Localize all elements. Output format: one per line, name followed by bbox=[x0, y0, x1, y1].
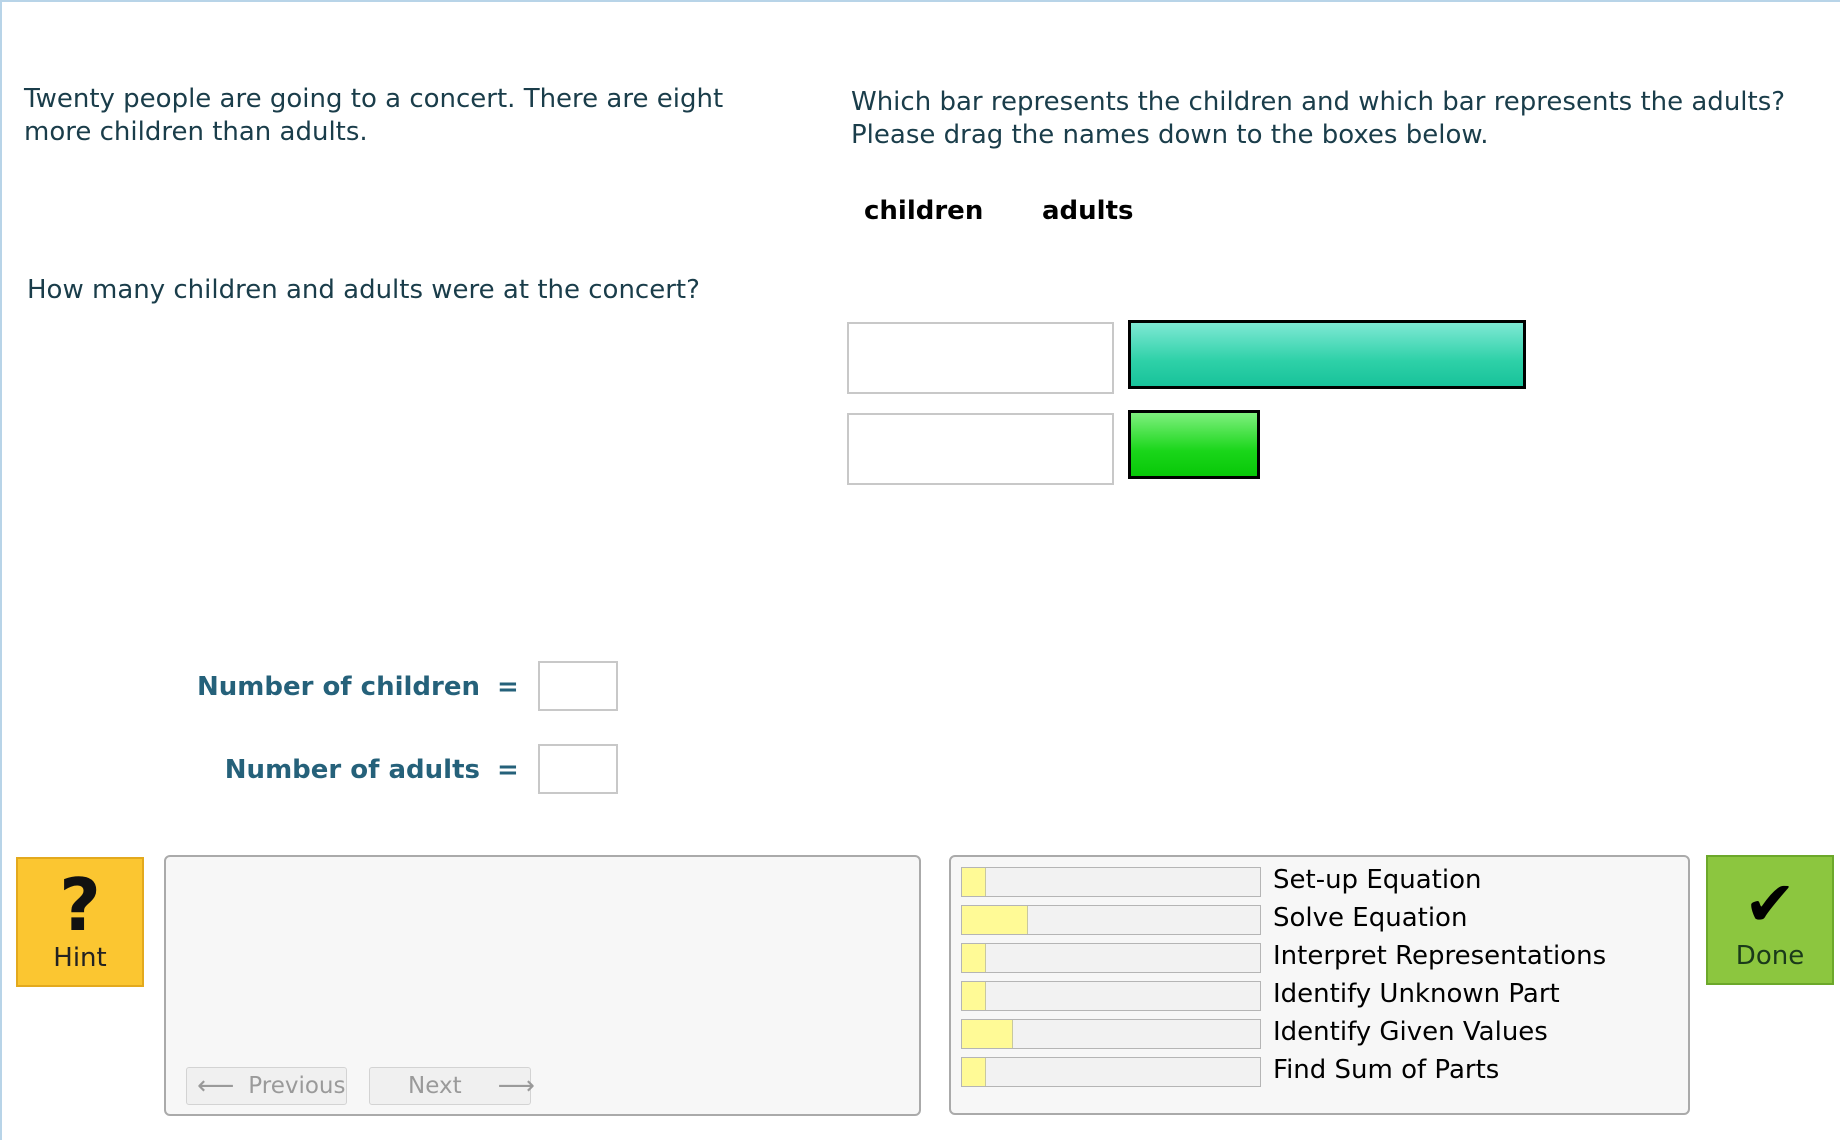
hint-button[interactable]: ? Hint bbox=[16, 857, 144, 987]
skills-panel: Set-up Equation Solve Equation Interpret R… bbox=[949, 855, 1690, 1115]
skill-progress-bar bbox=[961, 905, 1261, 935]
equals-sign: = bbox=[497, 755, 519, 785]
skill-progress-fill bbox=[962, 1058, 986, 1086]
done-label: Done bbox=[1735, 941, 1805, 971]
skill-progress-bar bbox=[961, 1057, 1261, 1087]
skill-label: Find Sum of Parts bbox=[1273, 1055, 1500, 1085]
checkmark-icon: ✔ bbox=[1744, 867, 1796, 940]
equals-sign: = bbox=[497, 672, 519, 702]
skill-row: Solve Equation bbox=[961, 903, 1681, 937]
skill-progress-fill bbox=[962, 868, 986, 896]
adults-count-label: Number of adults bbox=[224, 755, 480, 785]
skill-row: Set-up Equation bbox=[961, 865, 1681, 899]
skill-label: Identify Given Values bbox=[1273, 1017, 1548, 1047]
skill-row: Find Sum of Parts bbox=[961, 1055, 1681, 1089]
skill-progress-bar bbox=[961, 867, 1261, 897]
skill-label: Solve Equation bbox=[1273, 903, 1468, 933]
drop-box-long-bar[interactable] bbox=[847, 322, 1114, 394]
skill-progress-bar bbox=[961, 981, 1261, 1011]
hint-panel: ⟵ Previous Next ⟶ bbox=[164, 855, 921, 1116]
arrow-right-icon: ⟶ bbox=[497, 1071, 535, 1101]
drop-box-short-bar[interactable] bbox=[847, 413, 1114, 485]
window-left-border bbox=[0, 0, 2, 1140]
previous-button[interactable]: ⟵ Previous bbox=[186, 1067, 347, 1105]
window-top-border bbox=[0, 0, 1840, 2]
next-button[interactable]: Next ⟶ bbox=[369, 1067, 535, 1105]
children-count-label: Number of children bbox=[196, 672, 480, 702]
skill-row: Identify Unknown Part bbox=[961, 979, 1681, 1013]
skill-progress-fill bbox=[962, 1020, 1013, 1048]
skill-label: Set-up Equation bbox=[1273, 865, 1482, 895]
skill-label: Identify Unknown Part bbox=[1273, 979, 1560, 1009]
next-label: Next bbox=[408, 1073, 462, 1099]
adults-count-input[interactable] bbox=[538, 744, 618, 794]
question-mark-icon: ? bbox=[59, 863, 101, 947]
arrow-left-icon: ⟵ bbox=[197, 1071, 235, 1101]
done-button[interactable]: ✔ Done bbox=[1706, 855, 1834, 985]
long-bar bbox=[1128, 320, 1526, 389]
skill-progress-bar bbox=[961, 943, 1261, 973]
skill-progress-fill bbox=[962, 906, 1028, 934]
skill-progress-fill bbox=[962, 944, 986, 972]
short-bar bbox=[1128, 410, 1260, 479]
skill-label: Interpret Representations bbox=[1273, 941, 1607, 971]
hint-label: Hint bbox=[53, 943, 107, 973]
skill-row: Identify Given Values bbox=[961, 1017, 1681, 1051]
skill-row: Interpret Representations bbox=[961, 941, 1681, 975]
problem-question: How many children and adults were at the… bbox=[27, 275, 700, 305]
children-count-input[interactable] bbox=[538, 661, 618, 711]
drag-label-adults[interactable]: adults bbox=[1042, 196, 1133, 226]
drag-label-children[interactable]: children bbox=[864, 196, 983, 226]
skill-progress-fill bbox=[962, 982, 986, 1010]
skill-progress-bar bbox=[961, 1019, 1261, 1049]
drag-instructions: Which bar represents the children and wh… bbox=[851, 87, 1786, 150]
previous-label: Previous bbox=[248, 1073, 346, 1099]
problem-statement: Twenty people are going to a concert. Th… bbox=[24, 84, 724, 147]
